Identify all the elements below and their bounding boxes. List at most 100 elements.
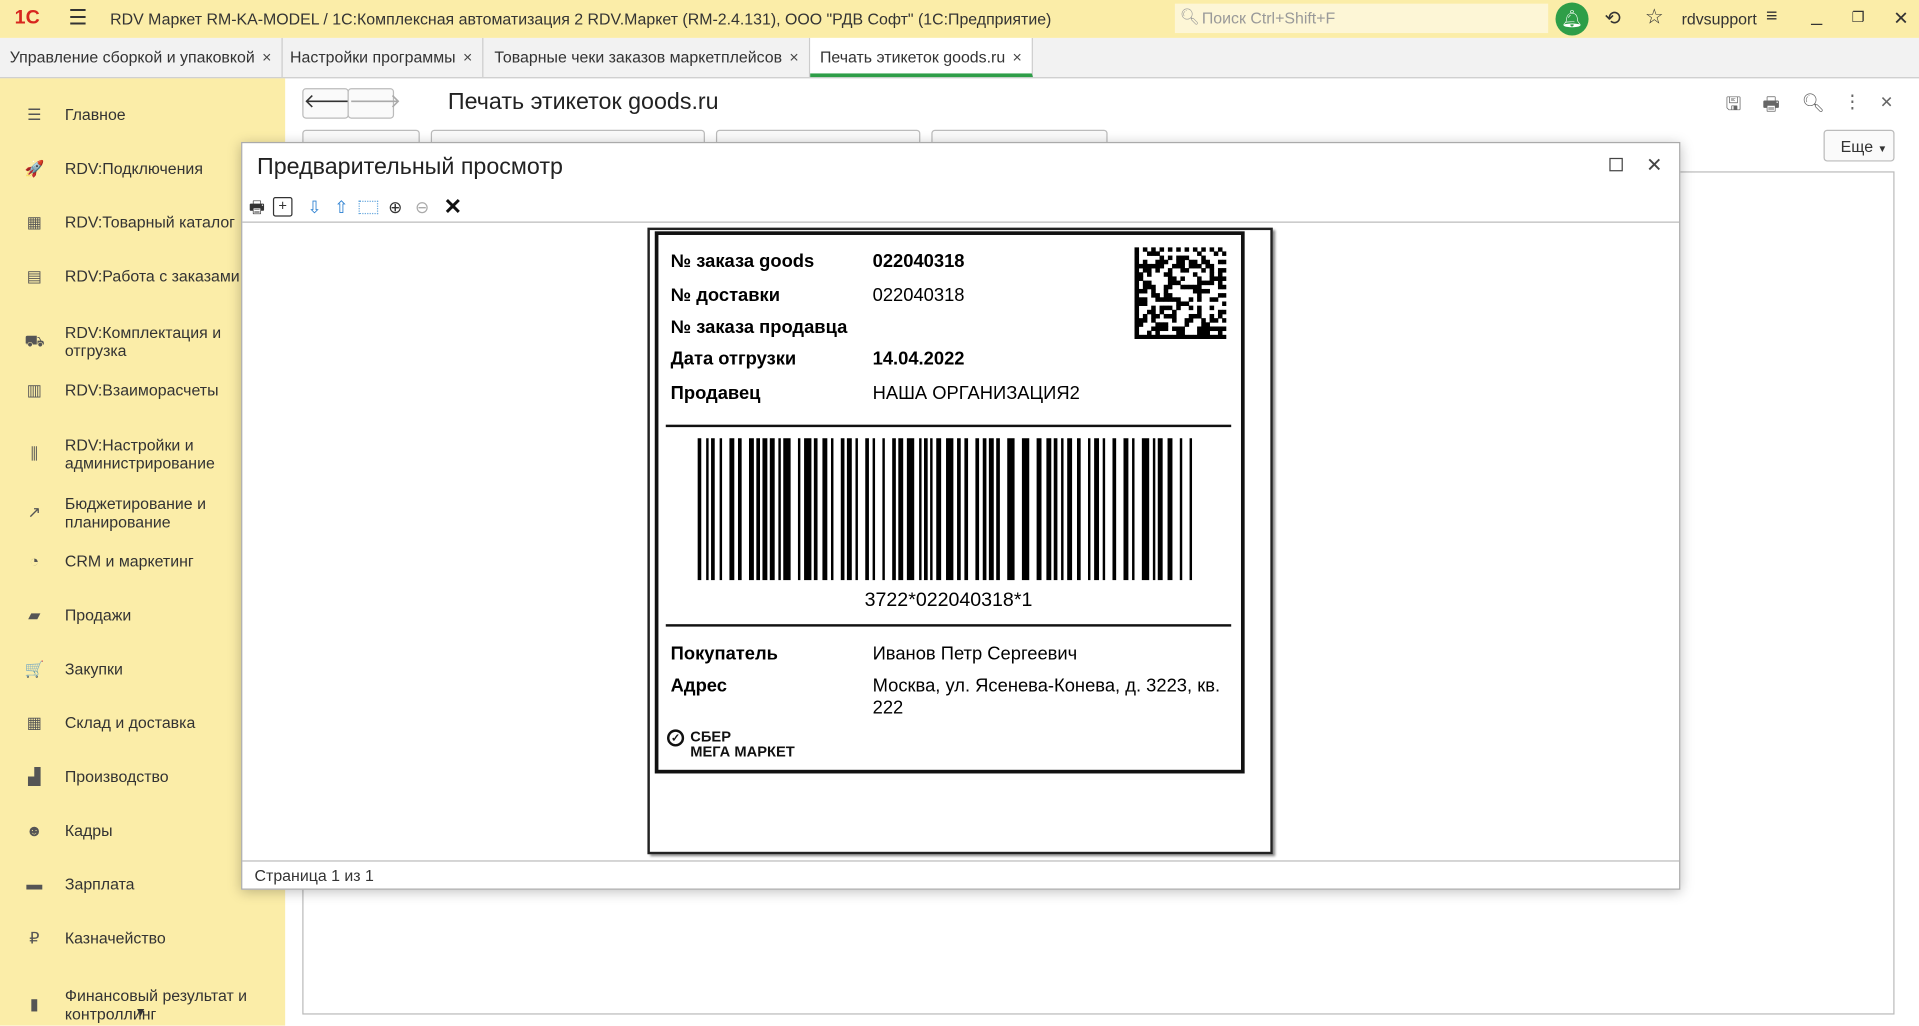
datamatrix-module <box>1172 309 1177 315</box>
print-icon[interactable]: 🖶 <box>247 197 267 217</box>
label-row-key: № заказа продавца <box>670 316 848 338</box>
datamatrix-module <box>1138 276 1144 281</box>
bell-icon[interactable]: 🔔︎ <box>1555 2 1589 36</box>
more-actions-icon[interactable]: ⋮ <box>1843 91 1861 113</box>
user-name[interactable]: rdvsupport <box>1682 10 1757 28</box>
datamatrix-module <box>1192 263 1198 269</box>
search-input[interactable]: 🔍︎ Поиск Ctrl+Shift+F <box>1174 3 1549 34</box>
barcode-bar <box>996 438 1000 581</box>
datamatrix-module <box>1201 330 1206 336</box>
sidebar-item-icon: 🚀 <box>24 159 45 178</box>
barcode-bar <box>778 438 781 581</box>
close-dialog-icon[interactable]: ✕ <box>1646 153 1662 177</box>
datamatrix-module <box>1222 251 1227 256</box>
datamatrix-module <box>1188 263 1194 269</box>
barcode-bar <box>919 438 922 581</box>
close-icon[interactable]: × <box>1013 48 1022 66</box>
datamatrix-module <box>1134 318 1140 323</box>
back-button[interactable]: 🡐 <box>302 88 356 119</box>
sidebar-item-icon: ◔ <box>29 551 40 571</box>
forward-button[interactable]: 🡒 <box>347 88 401 119</box>
close-icon[interactable]: × <box>463 48 472 66</box>
label-row-value: 022040318 <box>872 250 965 272</box>
buyer-value: Иванов Петр Сергеевич <box>872 643 1078 665</box>
datamatrix-module <box>1176 259 1181 265</box>
datamatrix-module <box>1167 255 1173 261</box>
datamatrix-module <box>1151 251 1156 256</box>
datamatrix-module <box>1197 276 1202 281</box>
datamatrix-module <box>1159 322 1165 327</box>
datamatrix-module <box>1222 259 1227 265</box>
datamatrix-module <box>1205 288 1210 294</box>
close-window-icon[interactable]: ✕ <box>1893 7 1908 30</box>
barcode-bar <box>1007 438 1015 581</box>
datamatrix-module <box>1184 322 1190 327</box>
page-layout-icon[interactable] <box>358 200 379 215</box>
history-icon[interactable]: ⟲ <box>1604 6 1620 30</box>
fit-page-icon[interactable]: + <box>272 197 293 217</box>
datamatrix-module <box>1176 280 1181 286</box>
tab-receipts[interactable]: Товарные чеки заказов маркетплейсов × <box>485 37 810 78</box>
maximize-icon[interactable] <box>1609 157 1623 172</box>
zoom-in-icon[interactable]: ⊕ <box>386 197 406 217</box>
datamatrix-module <box>1147 251 1152 256</box>
barcode-bar <box>882 438 885 581</box>
datamatrix-module <box>1151 288 1156 294</box>
datamatrix-module <box>1209 280 1215 286</box>
datamatrix-module <box>1142 263 1148 269</box>
label-row-key: № доставки <box>670 285 781 306</box>
datamatrix-module <box>1142 313 1148 319</box>
menu-icon[interactable]: ☰ <box>69 6 88 30</box>
close-form-icon[interactable]: ✕ <box>1880 93 1893 113</box>
print-icon[interactable]: 🖶 <box>1762 92 1779 123</box>
datamatrix-module <box>1151 313 1156 319</box>
save-icon[interactable]: 🖫 <box>1726 92 1742 123</box>
restore-icon[interactable]: ❐ <box>1852 9 1865 26</box>
datamatrix-module <box>1151 334 1156 340</box>
preview-icon[interactable]: 🔍︎ <box>1802 92 1825 114</box>
close-preview-icon[interactable]: ✕ <box>443 196 463 218</box>
barcode-bar <box>892 438 896 581</box>
datamatrix-module <box>1184 334 1190 340</box>
page-up-icon[interactable]: ⇧ <box>332 197 352 217</box>
datamatrix-module <box>1134 309 1140 315</box>
shipping-label: № заказа goods 022040318 № доставки 0220403… <box>654 231 1245 774</box>
datamatrix-module <box>1209 247 1215 252</box>
check-icon: ✓ <box>666 729 685 747</box>
title-bar: 1С ☰ RDV Маркет RM-KA-MODEL / 1С:Комплек… <box>0 0 1919 38</box>
close-icon[interactable]: × <box>262 48 271 66</box>
datamatrix-module <box>1155 251 1160 256</box>
star-icon[interactable]: ☆ <box>1645 5 1664 29</box>
datamatrix-module <box>1222 276 1227 281</box>
barcode <box>697 438 1193 581</box>
datamatrix-module <box>1167 276 1173 281</box>
datamatrix-module <box>1147 263 1152 269</box>
tab-assembly[interactable]: Управление сборкой и упаковкой × <box>0 37 283 78</box>
more-button[interactable]: Еще ▼ <box>1823 129 1895 162</box>
page-down-icon[interactable]: ⇩ <box>305 197 325 217</box>
datamatrix-module <box>1192 272 1198 277</box>
datamatrix-module <box>1213 326 1219 332</box>
datamatrix-module <box>1217 330 1223 336</box>
datamatrix-module <box>1134 280 1140 286</box>
datamatrix-module <box>1209 305 1215 311</box>
label-row-value: 14.04.2022 <box>872 348 965 370</box>
datamatrix-module <box>1134 251 1140 256</box>
logo-1c: 1С <box>14 7 40 29</box>
datamatrix-module <box>1167 268 1173 273</box>
datamatrix-module <box>1217 309 1223 315</box>
datamatrix-module <box>1209 318 1215 323</box>
close-icon[interactable]: × <box>789 48 798 66</box>
tab-print-labels[interactable]: Печать этикеток goods.ru × <box>810 37 1033 78</box>
datamatrix-module <box>1209 313 1215 319</box>
tab-label: Настройки программы <box>290 47 456 67</box>
settings-menu-icon[interactable]: ≡ <box>1766 6 1777 28</box>
datamatrix-module <box>1134 301 1140 306</box>
barcode-bar <box>1157 438 1163 581</box>
datamatrix-module <box>1192 259 1198 265</box>
datamatrix-module <box>1192 334 1198 340</box>
sidebar-scroll-down-icon[interactable]: ▼ <box>135 1006 147 1019</box>
barcode-bar <box>1088 438 1091 581</box>
tab-settings[interactable]: Настройки программы × <box>280 37 484 78</box>
minimize-icon[interactable]: _ <box>1811 5 1822 27</box>
